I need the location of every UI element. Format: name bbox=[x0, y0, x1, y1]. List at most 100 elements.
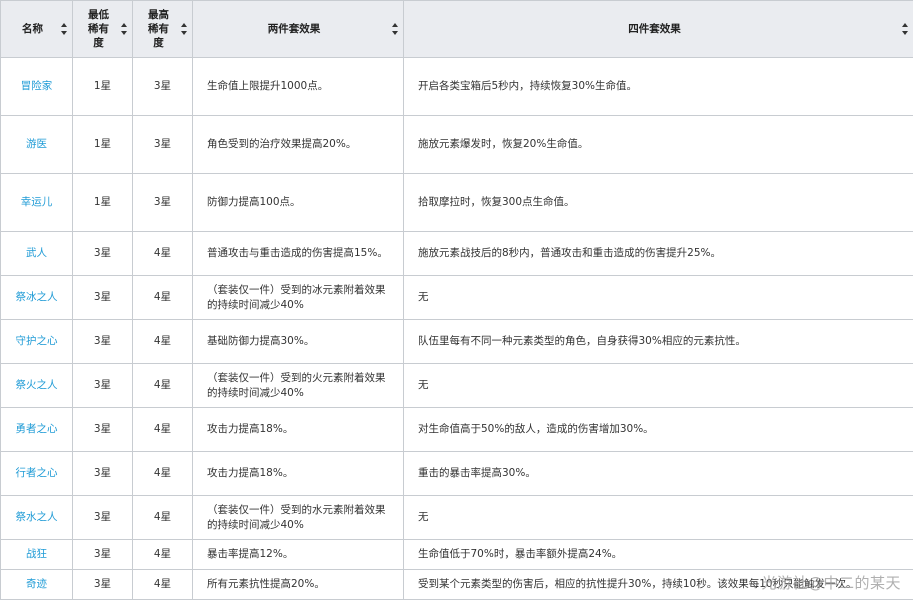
cell-two-piece: 攻击力提高18%。 bbox=[192, 451, 404, 496]
table-header-row: 名称 最低稀有度 最高稀有度 两件套效果 四件套效果 bbox=[0, 0, 913, 58]
table-body: 冒险家 1星 3星 生命值上限提升1000点。 开启各类宝箱后5秒内，持续恢复30%生命… bbox=[0, 57, 913, 600]
cell-min-rarity: 3星 bbox=[72, 319, 133, 364]
set-name-link[interactable]: 祭水之人 bbox=[16, 511, 58, 523]
header-min-rarity[interactable]: 最低稀有度 bbox=[72, 0, 133, 58]
header-name-label: 名称 bbox=[22, 22, 43, 35]
cell-two-piece: 生命值上限提升1000点。 bbox=[192, 57, 404, 116]
header-four-piece[interactable]: 四件套效果 bbox=[403, 0, 913, 58]
cell-min-rarity: 3星 bbox=[72, 363, 133, 408]
cell-min-rarity: 3星 bbox=[72, 275, 133, 320]
cell-name: 战狂 bbox=[0, 539, 73, 570]
cell-four-piece: 无 bbox=[403, 495, 913, 540]
set-name-link[interactable]: 幸运儿 bbox=[21, 196, 53, 208]
cell-two-piece: 防御力提高100点。 bbox=[192, 173, 404, 232]
cell-name: 奇迹 bbox=[0, 569, 73, 600]
cell-max-rarity: 4星 bbox=[132, 407, 193, 452]
header-name[interactable]: 名称 bbox=[0, 0, 73, 58]
table-row: 战狂 3星 4星 暴击率提高12%。 生命值低于70%时，暴击率额外提高24%。 bbox=[0, 539, 913, 570]
cell-two-piece: （套装仅一件）受到的冰元素附着效果的持续时间减少40% bbox=[192, 275, 404, 320]
cell-four-piece: 无 bbox=[403, 275, 913, 320]
header-min-rarity-label: 最低稀有度 bbox=[88, 8, 109, 49]
cell-max-rarity: 4星 bbox=[132, 363, 193, 408]
cell-max-rarity: 4星 bbox=[132, 319, 193, 364]
cell-min-rarity: 3星 bbox=[72, 569, 133, 600]
cell-name: 行者之心 bbox=[0, 451, 73, 496]
cell-four-piece: 开启各类宝箱后5秒内，持续恢复30%生命值。 bbox=[403, 57, 913, 116]
cell-max-rarity: 3星 bbox=[132, 57, 193, 116]
set-name-link[interactable]: 祭火之人 bbox=[16, 379, 58, 391]
cell-min-rarity: 3星 bbox=[72, 539, 133, 570]
cell-name: 守护之心 bbox=[0, 319, 73, 364]
cell-min-rarity: 1星 bbox=[72, 115, 133, 174]
cell-four-piece: 对生命值高于50%的敌人，造成的伤害增加30%。 bbox=[403, 407, 913, 452]
cell-min-rarity: 3星 bbox=[72, 407, 133, 452]
cell-name: 冒险家 bbox=[0, 57, 73, 116]
set-name-link[interactable]: 祭冰之人 bbox=[16, 291, 58, 303]
cell-name: 幸运儿 bbox=[0, 173, 73, 232]
cell-max-rarity: 4星 bbox=[132, 275, 193, 320]
cell-min-rarity: 1星 bbox=[72, 173, 133, 232]
set-name-link[interactable]: 行者之心 bbox=[16, 467, 58, 479]
cell-two-piece: 角色受到的治疗效果提高20%。 bbox=[192, 115, 404, 174]
cell-two-piece: 暴击率提高12%。 bbox=[192, 539, 404, 570]
cell-min-rarity: 1星 bbox=[72, 57, 133, 116]
table-row: 祭冰之人 3星 4星 （套装仅一件）受到的冰元素附着效果的持续时间减少40% 无 bbox=[0, 275, 913, 320]
cell-min-rarity: 3星 bbox=[72, 231, 133, 276]
cell-max-rarity: 4星 bbox=[132, 539, 193, 570]
table-row: 行者之心 3星 4星 攻击力提高18%。 重击的暴击率提高30%。 bbox=[0, 451, 913, 496]
sort-icon[interactable] bbox=[61, 23, 68, 35]
cell-four-piece: 无 bbox=[403, 363, 913, 408]
table-row: 祭水之人 3星 4星 （套装仅一件）受到的水元素附着效果的持续时间减少40% 无 bbox=[0, 495, 913, 540]
header-two-piece-label: 两件套效果 bbox=[267, 22, 321, 35]
cell-min-rarity: 3星 bbox=[72, 451, 133, 496]
page: 名称 最低稀有度 最高稀有度 两件套效果 四件套效果 冒险家 1星 3星 生命值… bbox=[0, 0, 913, 600]
cell-four-piece: 重击的暴击率提高30%。 bbox=[403, 451, 913, 496]
cell-two-piece: 攻击力提高18%。 bbox=[192, 407, 404, 452]
header-two-piece[interactable]: 两件套效果 bbox=[192, 0, 404, 58]
cell-name: 祭冰之人 bbox=[0, 275, 73, 320]
header-max-rarity-label: 最高稀有度 bbox=[148, 8, 169, 49]
set-name-link[interactable]: 守护之心 bbox=[16, 335, 58, 347]
sort-icon[interactable] bbox=[181, 23, 188, 35]
cell-two-piece: （套装仅一件）受到的水元素附着效果的持续时间减少40% bbox=[192, 495, 404, 540]
cell-max-rarity: 4星 bbox=[132, 569, 193, 600]
cell-two-piece: 普通攻击与重击造成的伤害提高15%。 bbox=[192, 231, 404, 276]
set-name-link[interactable]: 游医 bbox=[26, 138, 47, 150]
cell-name: 武人 bbox=[0, 231, 73, 276]
cell-four-piece: 施放元素爆发时，恢复20%生命值。 bbox=[403, 115, 913, 174]
cell-name: 祭水之人 bbox=[0, 495, 73, 540]
cell-max-rarity: 3星 bbox=[132, 115, 193, 174]
cell-min-rarity: 3星 bbox=[72, 495, 133, 540]
cell-four-piece: 施放元素战技后的8秒内，普通攻击和重击造成的伤害提升25%。 bbox=[403, 231, 913, 276]
header-max-rarity[interactable]: 最高稀有度 bbox=[132, 0, 193, 58]
watermark: 光游社@中二的某天 bbox=[761, 574, 901, 592]
cell-name: 勇者之心 bbox=[0, 407, 73, 452]
sort-icon[interactable] bbox=[392, 23, 399, 35]
cell-two-piece: 基础防御力提高30%。 bbox=[192, 319, 404, 364]
header-four-piece-label: 四件套效果 bbox=[628, 22, 681, 35]
cell-four-piece: 队伍里每有不同一种元素类型的角色，自身获得30%相应的元素抗性。 bbox=[403, 319, 913, 364]
table-row: 游医 1星 3星 角色受到的治疗效果提高20%。 施放元素爆发时，恢复20%生命值。 bbox=[0, 115, 913, 174]
sort-icon[interactable] bbox=[121, 23, 128, 35]
set-name-link[interactable]: 奇迹 bbox=[26, 578, 47, 590]
cell-max-rarity: 4星 bbox=[132, 231, 193, 276]
cell-two-piece: （套装仅一件）受到的火元素附着效果的持续时间减少40% bbox=[192, 363, 404, 408]
cell-four-piece: 生命值低于70%时，暴击率额外提高24%。 bbox=[403, 539, 913, 570]
table-row: 武人 3星 4星 普通攻击与重击造成的伤害提高15%。 施放元素战技后的8秒内，普通攻击… bbox=[0, 231, 913, 276]
table-row: 勇者之心 3星 4星 攻击力提高18%。 对生命值高于50%的敌人，造成的伤害增加30%… bbox=[0, 407, 913, 452]
cell-max-rarity: 3星 bbox=[132, 173, 193, 232]
set-name-link[interactable]: 战狂 bbox=[26, 548, 47, 560]
cell-name: 祭火之人 bbox=[0, 363, 73, 408]
artifact-set-table: 名称 最低稀有度 最高稀有度 两件套效果 四件套效果 冒险家 1星 3星 生命值… bbox=[0, 0, 913, 600]
cell-max-rarity: 4星 bbox=[132, 495, 193, 540]
cell-name: 游医 bbox=[0, 115, 73, 174]
set-name-link[interactable]: 冒险家 bbox=[21, 80, 53, 92]
sort-icon[interactable] bbox=[902, 23, 909, 35]
table-row: 冒险家 1星 3星 生命值上限提升1000点。 开启各类宝箱后5秒内，持续恢复30%生命… bbox=[0, 57, 913, 116]
set-name-link[interactable]: 勇者之心 bbox=[16, 423, 58, 435]
table-row: 守护之心 3星 4星 基础防御力提高30%。 队伍里每有不同一种元素类型的角色，自身获得… bbox=[0, 319, 913, 364]
cell-four-piece: 拾取摩拉时，恢复300点生命值。 bbox=[403, 173, 913, 232]
table-row: 幸运儿 1星 3星 防御力提高100点。 拾取摩拉时，恢复300点生命值。 bbox=[0, 173, 913, 232]
cell-two-piece: 所有元素抗性提高20%。 bbox=[192, 569, 404, 600]
set-name-link[interactable]: 武人 bbox=[26, 247, 47, 259]
